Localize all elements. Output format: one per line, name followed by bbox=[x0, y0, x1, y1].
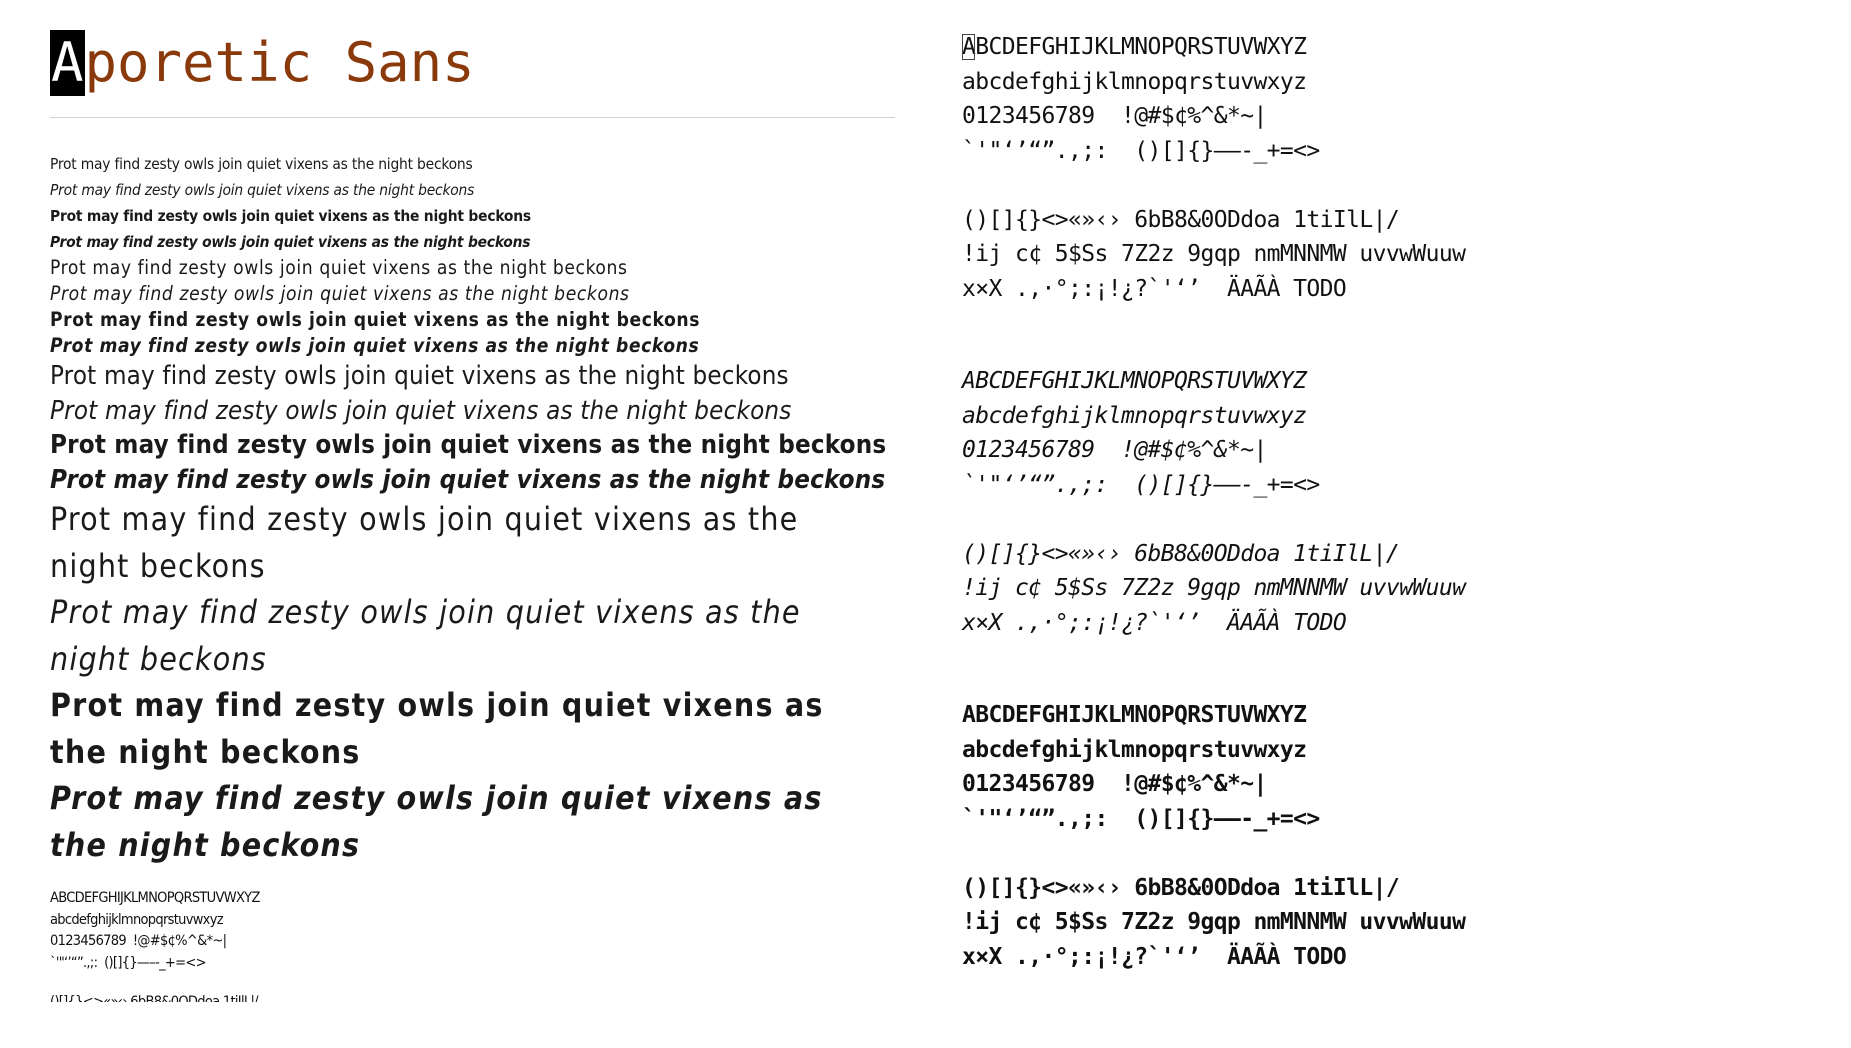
charset-digits: 0123456789 !@#$¢%^&*~| bbox=[962, 771, 1267, 797]
charset-confusables-1: ()[]{}<>«»‹› 6bB8&0ODdoa 1tiIlL|/ bbox=[962, 206, 1400, 233]
charset-confusables-1: ()[]{}<>«»‹› 6bB8&0ODdoa 1tiIlL|/ bbox=[962, 874, 1400, 901]
mini-charset-preview: ABCDEFGHIJKLMNOPQRSTUVWXYZ abcdefghijklm… bbox=[50, 888, 450, 1002]
charset-confusables-2: !ij c¢ 5$Ss 7Z2z 9gqp nmMNNMW uvvwWuuw bbox=[962, 241, 1466, 267]
charset-confusables-2: !ij c¢ 5$Ss 7Z2z 9gqp nmMNNMW uvvwWuuw bbox=[962, 909, 1466, 935]
pangram-sample-xs-bold: Prot may find zesty owls join quiet vixe… bbox=[50, 207, 531, 225]
pangram-sample-lg-regular: Prot may find zesty owls join quiet vixe… bbox=[50, 501, 799, 585]
charset-confusables-1: ()[]{}<>«»‹› 6bB8&0ODdoa 1tiIlL|/ bbox=[962, 540, 1400, 567]
charset-block-bold: ABCDEFGHIJKLMNOPQRSTUVWXYZ abcdefghijklm… bbox=[962, 698, 1842, 974]
mini-charset-uppercase: ABCDEFGHIJKLMNOPQRSTUVWXYZ bbox=[50, 890, 260, 906]
text-cursor: A bbox=[50, 30, 85, 96]
charset-digits: 0123456789 !@#$¢%^&*~| bbox=[962, 103, 1267, 129]
pangram-sample-xs-bold-italic: Prot may find zesty owls join quiet vixe… bbox=[50, 233, 531, 251]
charset-digits: 0123456789 !@#$¢%^&*~| bbox=[962, 437, 1267, 463]
charset-confusables-3: x×X .,·°;:¡!¿?`'‘’ ÄAÃÀ TODO bbox=[962, 609, 1347, 636]
charset-lowercase: abcdefghijklmnopqrstuvwxyz bbox=[962, 402, 1307, 429]
pangram-sample-xs-regular: Prot may find zesty owls join quiet vixe… bbox=[50, 155, 473, 173]
mini-charset-digits: 0123456789 !@#$¢%^&*~| bbox=[50, 933, 227, 949]
pangram-sample-md-bold-italic: Prot may find zesty owls join quiet vixe… bbox=[50, 464, 886, 495]
charset-punctuation: `'"‘’“”.,;: ()[]{}—–-_+=<> bbox=[962, 137, 1320, 164]
mini-charset-confusables: ()[]{}<>«»‹› 6bB8&0ODdoa 1tiIlL|/ bbox=[50, 994, 259, 1002]
title-text: poretic Sans bbox=[84, 31, 475, 94]
page-title: Aporetic Sans bbox=[50, 30, 475, 96]
pangram-sample-xs-italic: Prot may find zesty owls join quiet vixe… bbox=[50, 181, 475, 199]
mini-charset-lowercase: abcdefghijklmnopqrstuvwxyz bbox=[50, 911, 224, 928]
charset-uppercase: ABCDEFGHIJKLMNOPQRSTUVWXYZ bbox=[962, 30, 1842, 65]
pangram-sample-lg-italic: Prot may find zesty owls join quiet vixe… bbox=[50, 594, 801, 678]
charset-confusables-3: x×X .,·°;:¡!¿?`'‘’ ÄAÃÀ TODO bbox=[962, 943, 1347, 970]
pangram-sample-md-italic: Prot may find zesty owls join quiet vixe… bbox=[50, 395, 792, 426]
specimen-right-column: ABCDEFGHIJKLMNOPQRSTUVWXYZ abcdefghijklm… bbox=[962, 30, 1842, 974]
pangram-sample-sm-bold-italic: Prot may find zesty owls join quiet vixe… bbox=[50, 334, 700, 357]
charset-uppercase-rest: BCDEFGHIJKLMNOPQRSTUVWXYZ bbox=[975, 34, 1307, 60]
specimen-left-column: Aporetic Sans Prot may find zesty owls j… bbox=[50, 0, 895, 1048]
title-divider bbox=[50, 117, 895, 118]
charset-confusables-2: !ij c¢ 5$Ss 7Z2z 9gqp nmMNNMW uvvwWuuw bbox=[962, 575, 1466, 601]
charset-uppercase: ABCDEFGHIJKLMNOPQRSTUVWXYZ bbox=[962, 702, 1307, 728]
charset-uppercase: ABCDEFGHIJKLMNOPQRSTUVWXYZ bbox=[962, 368, 1307, 394]
charset-lowercase: abcdefghijklmnopqrstuvwxyz bbox=[962, 736, 1307, 763]
pangram-sample-sm-bold: Prot may find zesty owls join quiet vixe… bbox=[50, 308, 701, 331]
pangram-sample-sm-regular: Prot may find zesty owls join quiet vixe… bbox=[50, 256, 628, 279]
pangram-sample-lg-bold: Prot may find zesty owls join quiet vixe… bbox=[50, 687, 824, 771]
cursor-box: A bbox=[962, 34, 976, 60]
charset-punctuation: `'"‘’“”.,;: ()[]{}—–-_+=<> bbox=[962, 471, 1320, 498]
charset-block-italic: ABCDEFGHIJKLMNOPQRSTUVWXYZ abcdefghijklm… bbox=[962, 364, 1842, 640]
pangram-sample-md-bold: Prot may find zesty owls join quiet vixe… bbox=[50, 430, 887, 460]
charset-punctuation: `'"‘’“”.,;: ()[]{}—–-_+=<> bbox=[962, 805, 1320, 832]
pangram-sample-lg-bold-italic: Prot may find zesty owls join quiet vixe… bbox=[50, 780, 823, 864]
charset-lowercase: abcdefghijklmnopqrstuvwxyz bbox=[962, 68, 1307, 95]
pangram-samples: Prot may find zesty owls join quiet vixe… bbox=[50, 151, 895, 869]
pangram-sample-md-regular: Prot may find zesty owls join quiet vixe… bbox=[50, 361, 789, 391]
pangram-sample-sm-italic: Prot may find zesty owls join quiet vixe… bbox=[50, 282, 630, 305]
charset-block-regular: ABCDEFGHIJKLMNOPQRSTUVWXYZ abcdefghijklm… bbox=[962, 30, 1842, 306]
mini-charset-punctuation: `'"‘’“”.,;: ()[]{}—–-_+=<> bbox=[50, 954, 207, 971]
charset-confusables-3: x×X .,·°;:¡!¿?`'‘’ ÄAÃÀ TODO bbox=[962, 275, 1347, 302]
